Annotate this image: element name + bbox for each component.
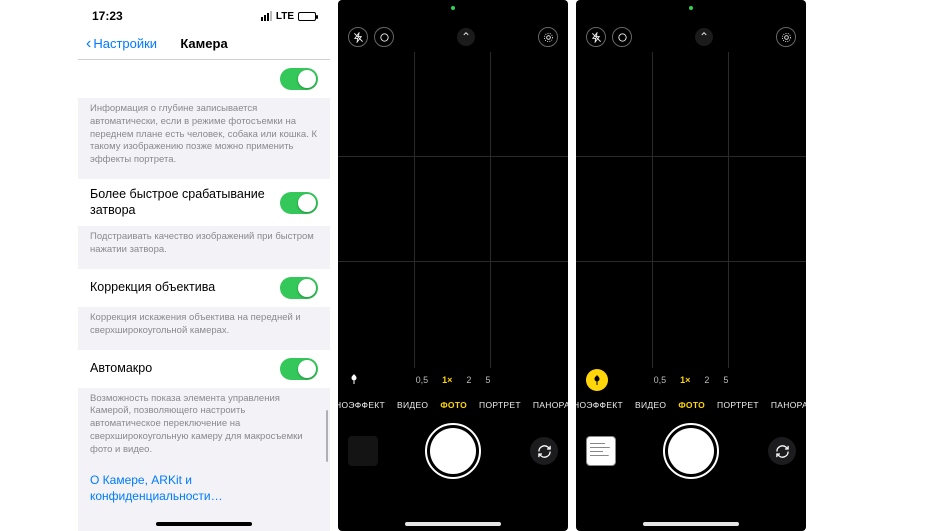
live-photo-button[interactable] — [538, 27, 558, 47]
zoom-2[interactable]: 2 — [466, 375, 471, 385]
camera-screen-a: ⌃ 0,5 1× 2 5 ИНОЭФФЕКТ ВИДЕО ФОТО ПОРТРЕ… — [338, 0, 568, 531]
zoom-0.5[interactable]: 0,5 — [416, 375, 429, 385]
flip-camera-button[interactable] — [768, 437, 796, 465]
home-indicator[interactable] — [643, 522, 739, 526]
home-indicator[interactable] — [405, 522, 501, 526]
mode-portrait[interactable]: ПОРТРЕТ — [717, 400, 759, 410]
chevron-left-icon: ‹ — [86, 36, 91, 52]
mode-photo[interactable]: ФОТО — [678, 400, 705, 410]
nav-bar: ‹ Настройки Камера — [78, 28, 330, 60]
mode-pano[interactable]: ПАНОРАМ — [771, 400, 806, 410]
zoom-5[interactable]: 5 — [485, 375, 490, 385]
cell-lens-correction[interactable]: Коррекция объектива — [78, 269, 330, 307]
mode-kino[interactable]: ИНОЭФФЕКТ — [576, 400, 623, 410]
settings-screen: 17:23 LTE ‹ Настройки Камера — Информаци… — [78, 0, 330, 531]
mode-video[interactable]: ВИДЕО — [635, 400, 666, 410]
zoom-0.5[interactable]: 0,5 — [654, 375, 667, 385]
mode-row[interactable]: ИНОЭФФЕКТ ВИДЕО ФОТО ПОРТРЕТ ПАНОРАМ — [576, 392, 806, 418]
chevron-up-icon[interactable]: ⌃ — [695, 28, 713, 46]
mode-portrait[interactable]: ПОРТРЕТ — [479, 400, 521, 410]
camera-bottom-controls — [576, 418, 806, 484]
live-photo-button[interactable] — [776, 27, 796, 47]
mode-kino[interactable]: ИНОЭФФЕКТ — [338, 400, 385, 410]
camera-status — [576, 0, 806, 22]
chevron-up-icon[interactable]: ⌃ — [457, 28, 475, 46]
cell-depth-partial[interactable]: — — [78, 60, 330, 98]
signal-icon — [261, 11, 272, 21]
footer-automacro: Возможность показа элемента управления К… — [78, 388, 330, 457]
last-photo-thumbnail[interactable] — [586, 436, 616, 466]
camera-top-controls: ⌃ — [338, 22, 568, 52]
back-label: Настройки — [93, 36, 157, 51]
mode-row[interactable]: ИНОЭФФЕКТ ВИДЕО ФОТО ПОРТРЕТ ПАНОРАМ — [338, 392, 568, 418]
status-net: LTE — [276, 11, 294, 22]
shutter-button[interactable] — [430, 428, 476, 474]
zoom-1x[interactable]: 1× — [680, 375, 690, 385]
status-right: LTE — [261, 11, 316, 22]
about-link[interactable]: О Камере, ARKit и конфиденциальности… — [90, 473, 223, 504]
toggle-lens-correction[interactable] — [280, 277, 318, 299]
camera-top-controls: ⌃ — [576, 22, 806, 52]
scroll-indicator[interactable] — [326, 410, 329, 462]
toggle-depth[interactable] — [280, 68, 318, 90]
footer-faster-shutter: Подстраивать качество изображений при бы… — [78, 226, 330, 257]
camera-viewport[interactable] — [576, 52, 806, 368]
shutter-button[interactable] — [668, 428, 714, 474]
battery-icon — [298, 12, 316, 21]
privacy-dot-icon — [451, 6, 455, 10]
mode-pano[interactable]: ПАНОРАМ — [533, 400, 568, 410]
toggle-automacro[interactable] — [280, 358, 318, 380]
label-faster-shutter: Более быстрое срабатывание затвора — [90, 187, 280, 218]
zoom-row: 0,5 1× 2 5 — [338, 368, 568, 392]
last-photo-thumbnail[interactable] — [348, 436, 378, 466]
zoom-5[interactable]: 5 — [723, 375, 728, 385]
home-indicator[interactable] — [156, 522, 252, 526]
footer-lens-correction: Коррекция искажения объектива на передне… — [78, 307, 330, 338]
footer-depth: Информация о глубине записывается автома… — [78, 98, 330, 167]
zoom-2[interactable]: 2 — [704, 375, 709, 385]
privacy-dot-icon — [689, 6, 693, 10]
status-bar: 17:23 LTE — [78, 0, 330, 28]
macro-indicator-icon[interactable] — [348, 373, 360, 388]
zoom-row: 0,5 1× 2 5 — [576, 368, 806, 392]
camera-bottom-controls — [338, 418, 568, 484]
camera-screen-b: ⌃ 0,5 1× 2 5 ИНОЭФФЕКТ ВИДЕО ФОТО ПОРТРЕ… — [576, 0, 806, 531]
back-button[interactable]: ‹ Настройки — [86, 36, 157, 52]
flash-button[interactable] — [348, 27, 368, 47]
cell-automacro[interactable]: Автомакро — [78, 350, 330, 388]
camera-status — [338, 0, 568, 22]
mode-video[interactable]: ВИДЕО — [397, 400, 428, 410]
mode-photo[interactable]: ФОТО — [440, 400, 467, 410]
toggle-faster-shutter[interactable] — [280, 192, 318, 214]
status-time: 17:23 — [92, 9, 123, 23]
camera-viewport[interactable] — [338, 52, 568, 368]
zoom-1x[interactable]: 1× — [442, 375, 452, 385]
cell-faster-shutter[interactable]: Более быстрое срабатывание затвора — [78, 179, 330, 226]
macro-button[interactable] — [586, 369, 608, 391]
night-mode-button[interactable] — [612, 27, 632, 47]
night-mode-button[interactable] — [374, 27, 394, 47]
flash-button[interactable] — [586, 27, 606, 47]
label-lens-correction: Коррекция объектива — [90, 280, 215, 296]
page-title: Камера — [180, 36, 227, 51]
label-automacro: Автомакро — [90, 361, 152, 377]
settings-content[interactable]: — Информация о глубине записывается авто… — [78, 60, 330, 513]
flip-camera-button[interactable] — [530, 437, 558, 465]
